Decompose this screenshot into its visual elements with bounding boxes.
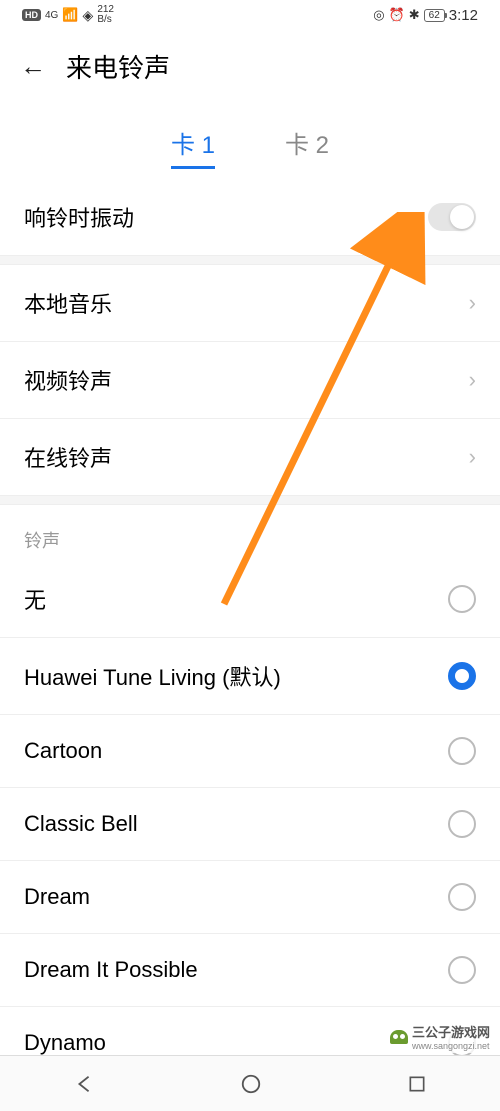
tab-sim1[interactable]: 卡 1 (171, 125, 215, 169)
hd-badge: HD (22, 9, 41, 21)
watermark-logo-icon (390, 1030, 408, 1044)
ringtone-none[interactable]: 无 (0, 561, 500, 638)
back-button[interactable]: ← (20, 51, 46, 82)
radio-unselected[interactable] (448, 737, 476, 765)
local-music-row[interactable]: 本地音乐 › (0, 265, 500, 342)
ringtone-cartoon[interactable]: Cartoon (0, 715, 500, 788)
nav-back-icon[interactable] (73, 1073, 95, 1095)
radio-unselected[interactable] (448, 956, 476, 984)
watermark: 三公子游戏网 www.sangongzi.net (386, 1020, 494, 1053)
navigation-bar (0, 1055, 500, 1111)
vibrate-toggle[interactable] (428, 203, 476, 231)
battery-indicator: 62 (424, 9, 445, 22)
nav-home-icon[interactable] (240, 1073, 262, 1095)
chevron-right-icon: › (469, 290, 476, 316)
chevron-right-icon: › (469, 444, 476, 470)
radio-unselected[interactable] (448, 810, 476, 838)
chevron-right-icon: › (469, 367, 476, 393)
alarm-icon: ⏰ (389, 7, 405, 23)
network-speed: 212B/s (97, 5, 114, 25)
watermark-text: 三公子游戏网 www.sangongzi.net (412, 1022, 490, 1051)
video-ringtone-row[interactable]: 视频铃声 › (0, 342, 500, 419)
ringtone-label: Dream It Possible (24, 957, 198, 983)
page-title: 来电铃声 (66, 48, 170, 85)
bluetooth-icon: ✱ (409, 7, 420, 23)
ringtone-label: Classic Bell (24, 811, 138, 837)
ringtone-label: Cartoon (24, 738, 102, 764)
sim-tabs: 卡 1 卡 2 (0, 125, 500, 169)
radio-selected[interactable] (448, 662, 476, 690)
radio-unselected[interactable] (448, 585, 476, 613)
ringtone-default[interactable]: Huawei Tune Living (默认) (0, 638, 500, 715)
status-bar: HD 4G 📶 ◈ 212B/s ◎ ⏰ ✱ 62 3:12 (0, 0, 500, 30)
status-left: HD 4G 📶 ◈ 212B/s (22, 5, 114, 25)
tab-sim2[interactable]: 卡 2 (285, 125, 329, 169)
ringtone-label: Dynamo (24, 1030, 106, 1056)
vibrate-label: 响铃时振动 (24, 201, 134, 233)
nav-recent-icon[interactable] (407, 1074, 427, 1094)
ringtone-section-label: 铃声 (0, 505, 500, 561)
eye-icon: ◎ (373, 7, 384, 23)
ringtone-dreamit[interactable]: Dream It Possible (0, 934, 500, 1007)
vibrate-row: 响铃时振动 (0, 179, 500, 255)
radio-unselected[interactable] (448, 883, 476, 911)
video-ringtone-label: 视频铃声 (24, 364, 112, 396)
local-music-label: 本地音乐 (24, 287, 112, 319)
section-divider (0, 255, 500, 265)
clock: 3:12 (449, 7, 478, 24)
wifi-icon: ◈ (83, 7, 94, 24)
network-type: 4G (45, 10, 58, 21)
online-ringtone-row[interactable]: 在线铃声 › (0, 419, 500, 495)
online-ringtone-label: 在线铃声 (24, 441, 112, 473)
status-right: ◎ ⏰ ✱ 62 3:12 (373, 7, 478, 24)
signal-icon: 📶 (62, 7, 78, 23)
ringtone-label: Huawei Tune Living (默认) (24, 660, 281, 692)
ringtone-dream[interactable]: Dream (0, 861, 500, 934)
page-header: ← 来电铃声 (0, 30, 500, 95)
ringtone-classic[interactable]: Classic Bell (0, 788, 500, 861)
ringtone-label: 无 (24, 583, 46, 615)
section-divider (0, 495, 500, 505)
ringtone-label: Dream (24, 884, 90, 910)
